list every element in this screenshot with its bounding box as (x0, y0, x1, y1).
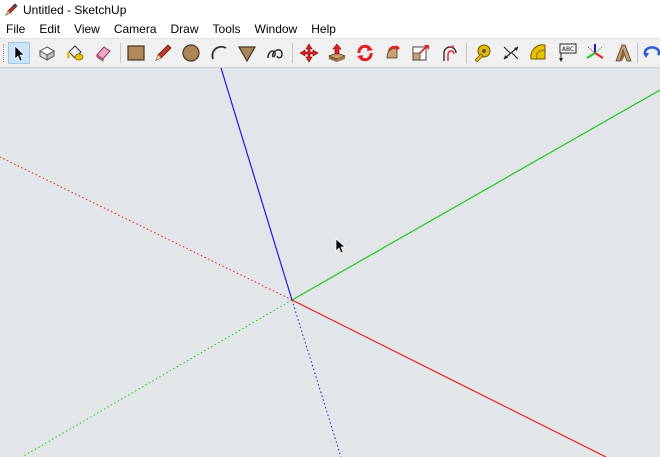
line-tool-button[interactable] (152, 42, 174, 64)
offset-icon (439, 43, 459, 63)
text-tool-button[interactable]: ABC (556, 42, 578, 64)
blue-axis-positive (220, 68, 293, 301)
freehand-tool-button[interactable] (264, 42, 286, 64)
push-pull-icon (327, 43, 347, 63)
protractor-icon (529, 43, 549, 63)
3d-text-tool-button[interactable] (612, 42, 634, 64)
pencil-icon (153, 43, 173, 63)
paint-bucket-icon (65, 43, 85, 63)
drawing-axes (0, 68, 660, 457)
title-bar: Untitled - SketchUp (0, 0, 660, 20)
polygon-icon (237, 43, 257, 63)
3d-text-icon (613, 43, 633, 63)
circle-icon (181, 43, 201, 63)
red-axis-negative (0, 156, 293, 301)
tape-measure-tool-button[interactable] (472, 42, 494, 64)
scale-tool-button[interactable] (410, 42, 432, 64)
axes-icon (585, 43, 605, 63)
menu-bar: File Edit View Camera Draw Tools Window … (0, 20, 660, 38)
rotate-tool-button[interactable] (354, 42, 376, 64)
polygon-tool-button[interactable] (236, 42, 258, 64)
push-pull-tool-button[interactable] (326, 42, 348, 64)
menu-help[interactable]: Help (304, 20, 343, 38)
modeling-viewport[interactable] (0, 68, 660, 457)
text-label-icon: ABC (557, 43, 577, 63)
menu-edit[interactable]: Edit (32, 20, 67, 38)
component-icon (37, 43, 57, 63)
arrow-cursor-icon (9, 43, 29, 63)
orbit-tool-button[interactable] (641, 42, 660, 64)
axes-tool-button[interactable] (584, 42, 606, 64)
toolbar-separator (292, 43, 293, 63)
circle-tool-button[interactable] (180, 42, 202, 64)
menu-tools[interactable]: Tools (206, 20, 248, 38)
window-title: Untitled - SketchUp (23, 3, 127, 17)
toolbar-separator (466, 43, 467, 63)
menu-draw[interactable]: Draw (164, 20, 206, 38)
green-axis-negative (21, 299, 293, 457)
dimension-icon (501, 43, 521, 63)
freehand-icon (265, 43, 285, 63)
move-icon (299, 43, 319, 63)
move-tool-button[interactable] (298, 42, 320, 64)
green-axis-positive (291, 89, 660, 301)
menu-camera[interactable]: Camera (107, 20, 164, 38)
toolbar-grip[interactable] (3, 44, 6, 62)
menu-window[interactable]: Window (248, 20, 305, 38)
tape-measure-icon (473, 43, 493, 63)
toolbar-separator (637, 43, 638, 63)
protractor-tool-button[interactable] (528, 42, 550, 64)
text-tool-label: ABC (562, 46, 574, 53)
make-component-tool-button[interactable] (36, 42, 58, 64)
rectangle-icon (126, 43, 146, 63)
main-toolbar: ABC (0, 38, 660, 68)
offset-tool-button[interactable] (438, 42, 460, 64)
sketchup-window: Untitled - SketchUp File Edit View Camer… (0, 0, 660, 457)
menu-file[interactable]: File (0, 20, 32, 38)
eraser-icon (93, 43, 113, 63)
rectangle-tool-button[interactable] (125, 42, 147, 64)
scale-icon (411, 43, 431, 63)
follow-me-icon (383, 43, 403, 63)
select-tool-button[interactable] (8, 42, 30, 64)
arrow-cursor-icon (335, 238, 346, 254)
red-axis-positive (291, 299, 607, 457)
sketchup-pencil-icon (4, 3, 18, 17)
paint-bucket-tool-button[interactable] (64, 42, 86, 64)
dimension-tool-button[interactable] (500, 42, 522, 64)
arc-tool-button[interactable] (208, 42, 230, 64)
orbit-icon (642, 43, 660, 63)
toolbar-separator (120, 43, 121, 63)
eraser-tool-button[interactable] (92, 42, 114, 64)
rotate-icon (355, 43, 375, 63)
follow-me-tool-button[interactable] (382, 42, 404, 64)
arc-icon (209, 43, 229, 63)
blue-axis-negative (291, 299, 342, 457)
menu-view[interactable]: View (67, 20, 107, 38)
